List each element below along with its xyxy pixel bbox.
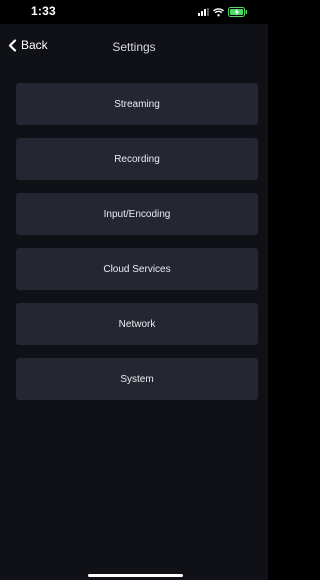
- menu-item-label: Cloud Services: [103, 263, 171, 275]
- home-indicator[interactable]: [88, 574, 183, 577]
- battery-charging-icon: [228, 7, 248, 17]
- menu-item-label: System: [120, 373, 154, 385]
- status-icons: [198, 6, 248, 18]
- settings-menu: Streaming Recording Input/Encoding Cloud…: [16, 83, 258, 413]
- nav-bar: Back Settings: [0, 24, 268, 72]
- menu-item-recording[interactable]: Recording: [16, 138, 258, 180]
- menu-item-label: Recording: [114, 153, 160, 165]
- settings-screen: 1:33 Back Settings Streaming Recording I…: [0, 0, 268, 580]
- signal-icon: [198, 8, 209, 16]
- page-title: Settings: [112, 40, 156, 54]
- menu-item-network[interactable]: Network: [16, 303, 258, 345]
- status-time: 1:33: [31, 4, 56, 18]
- menu-item-label: Input/Encoding: [103, 208, 171, 220]
- status-bar: 1:33: [0, 0, 268, 24]
- menu-item-input-encoding[interactable]: Input/Encoding: [16, 193, 258, 235]
- menu-item-system[interactable]: System: [16, 358, 258, 400]
- menu-item-label: Streaming: [114, 98, 160, 110]
- menu-item-cloud-services[interactable]: Cloud Services: [16, 248, 258, 290]
- menu-item-label: Network: [118, 318, 156, 330]
- wifi-icon: [213, 7, 224, 17]
- menu-item-streaming[interactable]: Streaming: [16, 83, 258, 125]
